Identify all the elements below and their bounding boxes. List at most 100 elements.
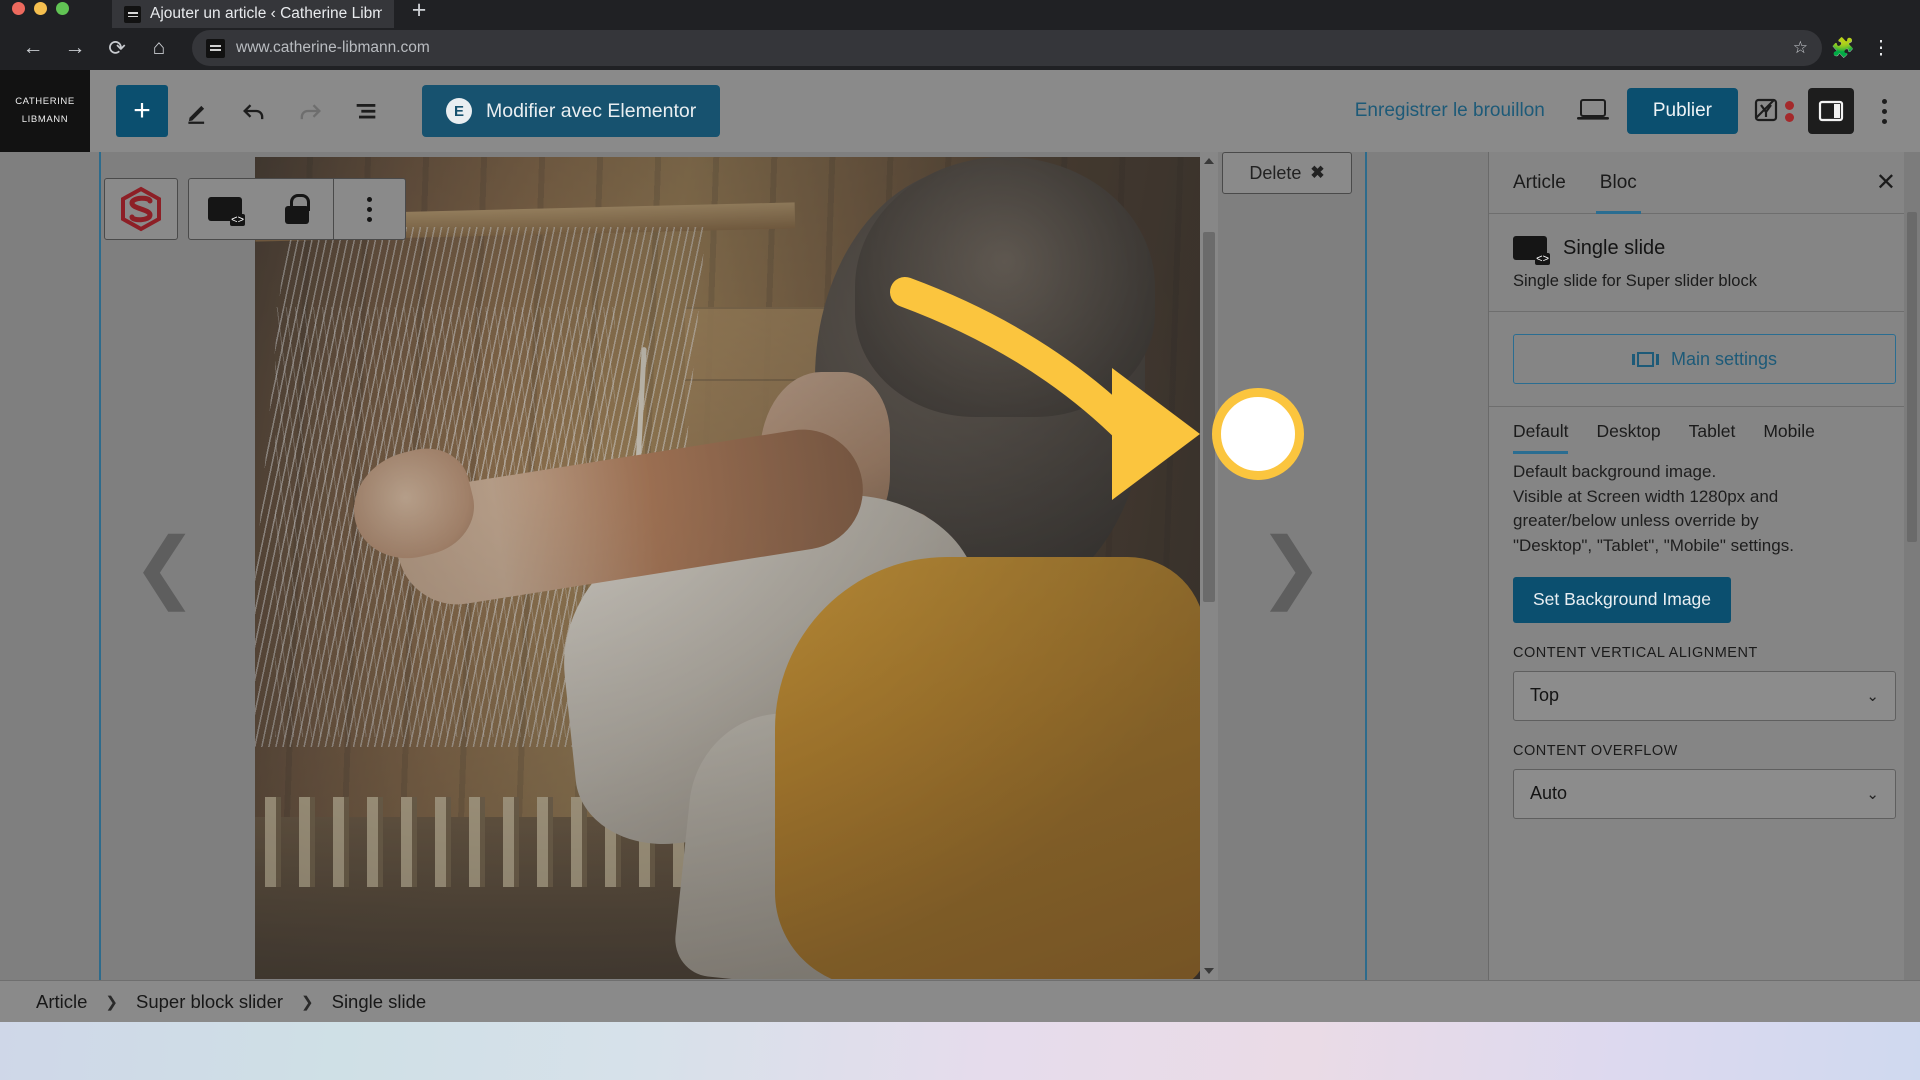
elementor-icon: E — [446, 98, 472, 124]
main-settings-label: Main settings — [1670, 348, 1778, 369]
pencil-icon — [187, 105, 204, 124]
tab-article[interactable]: Article — [1513, 152, 1566, 214]
list-view-icon — [356, 104, 376, 119]
content-overflow-select[interactable]: Auto ⌄ — [1513, 768, 1896, 819]
super-slider-logo-icon — [121, 186, 161, 232]
breadcrumb-item-article[interactable]: Article — [36, 991, 87, 1013]
tab-bloc[interactable]: Bloc — [1595, 152, 1641, 214]
content-overflow-label: CONTENT OVERFLOW — [1513, 742, 1678, 759]
lock-block-button[interactable] — [261, 179, 333, 239]
settings-panel: Article Bloc ✕ Single slide Single slide… — [1488, 152, 1920, 980]
browser-menu-icon[interactable]: ⋮ — [1864, 31, 1898, 65]
browser-tab-active[interactable]: Ajouter un article ‹ Catherine Libm — [112, 0, 394, 28]
breadcrumb-separator-icon: ❯ — [301, 993, 314, 1011]
site-logo[interactable]: CATHERINE LIBMANN — [0, 70, 90, 152]
site-logo-line2: LIBMANN — [21, 114, 69, 125]
breadcrumb-separator-icon: ❯ — [105, 993, 118, 1011]
content-vertical-alignment-label: CONTENT VERTICAL ALIGNMENT — [1513, 644, 1758, 661]
slider-prev-arrow[interactable]: ❮ — [132, 527, 197, 605]
main-settings-section: Main settings — [1489, 312, 1920, 407]
block-title: Single slide — [1563, 236, 1666, 259]
save-draft-button[interactable]: Enregistrer le brouillon — [1355, 100, 1545, 122]
redo-button[interactable] — [284, 85, 336, 137]
content-overflow-field: CONTENT OVERFLOW Auto ⌄ — [1489, 743, 1920, 841]
slide-preview[interactable] — [255, 157, 1200, 979]
settings-sidebar-toggle[interactable] — [1808, 88, 1854, 134]
browser-chrome: Ajouter un article ‹ Catherine Libm + ← … — [0, 0, 1920, 70]
delete-slide-button[interactable]: Delete ✖ — [1222, 152, 1352, 194]
reload-icon[interactable]: ⟳ — [98, 29, 136, 67]
elementor-button-label: Modifier avec Elementor — [486, 99, 697, 122]
content-overflow-value: Auto — [1530, 783, 1568, 804]
device-tab-mobile[interactable]: Mobile — [1763, 421, 1815, 454]
redo-icon — [300, 104, 321, 120]
undo-icon — [243, 104, 264, 120]
device-tab-desktop[interactable]: Desktop — [1596, 421, 1660, 454]
new-tab-button[interactable]: + — [404, 0, 434, 26]
wordpress-editor-toolbar: CATHERINE LIBMANN + E Modifier avec Elem… — [0, 70, 1920, 152]
block-toolbar-logo-group — [104, 178, 178, 240]
chevron-down-icon: ⌄ — [1866, 785, 1879, 803]
canvas-left-guide — [99, 152, 101, 980]
content-vertical-alignment-select[interactable]: Top ⌄ — [1513, 670, 1896, 721]
yoast-seo-button[interactable] — [1750, 91, 1796, 131]
super-slider-logo-button[interactable] — [105, 179, 177, 239]
scroll-down-arrow-icon[interactable] — [1204, 968, 1214, 974]
yoast-icon — [1754, 98, 1777, 122]
scroll-up-arrow-icon[interactable] — [1204, 158, 1214, 164]
device-tab-default[interactable]: Default — [1513, 421, 1569, 454]
single-slide-icon — [208, 197, 245, 226]
desktop-preview-icon — [1576, 99, 1609, 120]
device-tab-list: Default Desktop Tablet Mobile — [1489, 407, 1920, 454]
block-more-options-button[interactable] — [333, 179, 405, 239]
tab-title: Ajouter un article ‹ Catherine Libm — [150, 5, 382, 22]
bookmark-icon[interactable]: ☆ — [1793, 38, 1808, 58]
address-bar[interactable]: www.catherine-libmann.com ☆ — [192, 30, 1822, 66]
publish-button[interactable]: Publier — [1626, 88, 1738, 134]
panel-scrollbar[interactable] — [1904, 152, 1920, 980]
breadcrumb-item-super-block-slider[interactable]: Super block slider — [136, 991, 283, 1013]
maximize-window-button[interactable] — [56, 2, 69, 15]
block-type-button[interactable] — [189, 179, 261, 239]
slider-settings-icon — [1631, 351, 1659, 367]
toolbar-left-group: + — [116, 85, 392, 137]
back-icon[interactable]: ← — [14, 29, 52, 67]
slider-next-arrow[interactable]: ❯ — [1258, 527, 1323, 605]
preview-device-button[interactable] — [1571, 89, 1615, 133]
block-description: Single slide for Super slider block — [1513, 272, 1757, 290]
single-slide-icon — [1513, 236, 1550, 265]
close-panel-button[interactable]: ✕ — [1876, 168, 1896, 197]
delete-button-label: Delete — [1249, 162, 1302, 183]
annotation-highlight-circle — [1212, 388, 1304, 480]
block-toolbar-actions-group — [188, 178, 406, 240]
editor-canvas: ❮ ❯ g. 38 — [0, 152, 1488, 980]
minimize-window-button[interactable] — [34, 2, 47, 15]
delete-close-icon: ✖ — [1310, 163, 1325, 182]
set-background-image-button[interactable]: Set Background Image — [1513, 576, 1732, 623]
tab-favicon-icon — [124, 6, 141, 23]
undo-button[interactable] — [228, 85, 280, 137]
editor-options-menu[interactable] — [1866, 88, 1902, 134]
description-line-3: greater/below unless override by — [1513, 511, 1759, 531]
list-view-button[interactable] — [340, 85, 392, 137]
home-icon[interactable]: ⌂ — [140, 29, 178, 67]
window-traffic-lights[interactable] — [12, 2, 69, 15]
extensions-icon[interactable]: 🧩 — [1826, 31, 1860, 65]
edit-tools-icon[interactable] — [172, 85, 224, 137]
url-text: www.catherine-libmann.com — [236, 39, 430, 56]
add-block-button[interactable]: + — [116, 85, 168, 137]
forward-icon[interactable]: → — [56, 29, 94, 67]
close-window-button[interactable] — [12, 2, 25, 15]
canvas-right-guide — [1365, 152, 1367, 980]
canvas-scrollbar-thumb[interactable] — [1203, 232, 1215, 602]
device-tab-tablet[interactable]: Tablet — [1689, 421, 1736, 454]
canvas-scrollbar[interactable] — [1200, 152, 1218, 980]
panel-scrollbar-thumb[interactable] — [1907, 212, 1917, 542]
lock-icon — [285, 194, 310, 224]
panel-tab-list: Article Bloc ✕ — [1489, 152, 1920, 214]
edit-with-elementor-button[interactable]: E Modifier avec Elementor — [422, 85, 721, 137]
block-info-header: Single slide Single slide for Super slid… — [1489, 214, 1920, 312]
main-settings-button[interactable]: Main settings — [1513, 334, 1896, 384]
description-line-2: Visible at Screen width 1280px and — [1513, 486, 1779, 506]
breadcrumb-item-single-slide[interactable]: Single slide — [332, 991, 427, 1013]
